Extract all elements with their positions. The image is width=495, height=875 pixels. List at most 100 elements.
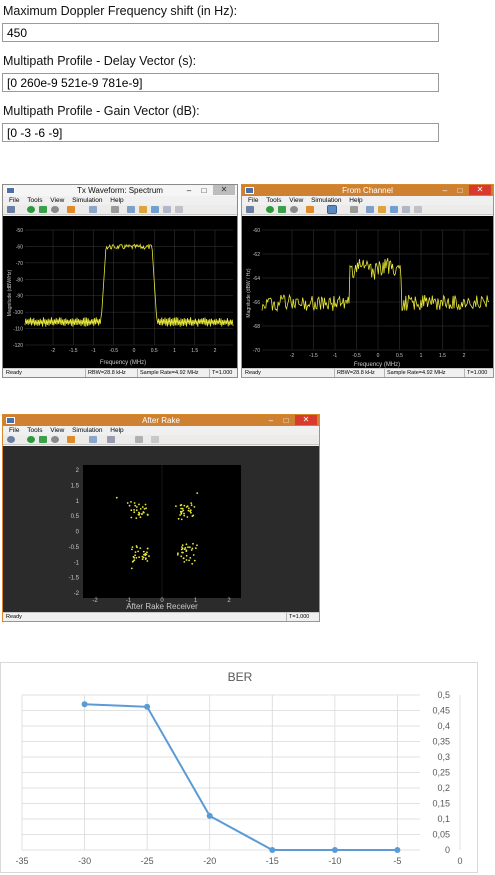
x-tick-label: -5	[393, 856, 401, 866]
rx-xticks: -2 -1.5 -1 -0.5 0 0.5 1 1.5 2	[290, 353, 466, 359]
tx-statusbar: Ready RBW=28.8 kHz Sample Rate=4.92 MHz …	[3, 368, 237, 377]
constellation-point	[183, 548, 186, 551]
y-tick-label: 0,05	[432, 830, 450, 840]
gain-vector-label: Multipath Profile - Gain Vector (dB):	[3, 104, 200, 118]
y-tick-label: -60	[253, 228, 260, 234]
tx-ylabel: Magnitude (dBW/Hz)	[7, 269, 13, 316]
constellation-point	[139, 547, 142, 549]
constellation-point	[130, 509, 133, 512]
constellation-point	[143, 553, 145, 556]
constellation-point	[135, 509, 138, 512]
constellation-point	[134, 551, 137, 553]
constellation-point	[139, 508, 142, 510]
constellation-point	[180, 504, 183, 506]
constellation-point	[130, 516, 133, 519]
constellation-point	[146, 560, 149, 562]
constellation-point	[138, 556, 141, 558]
constellation-point	[138, 513, 141, 516]
y-tick-label: 0	[445, 845, 450, 855]
constellation-point	[183, 514, 186, 517]
x-tick-label: 1	[420, 353, 423, 359]
x-tick-label: 1.5	[439, 353, 446, 359]
constellation-point	[183, 504, 186, 507]
constellation-point	[131, 548, 133, 551]
constellation-point	[139, 516, 142, 519]
delay-vector-input[interactable]	[2, 73, 439, 92]
y-tick-label: -90	[16, 294, 23, 300]
x-tick-label: 1	[173, 348, 176, 354]
ber-point	[394, 847, 401, 853]
constellation-plot: 21.510.50-0.5-1-1.5-2 -2 -1 0 1 2 After Rake…	[3, 446, 319, 613]
rake-time: T=1.000	[286, 613, 309, 621]
y-tick-label: -66	[253, 300, 260, 306]
x-tick-label: -1	[91, 348, 96, 354]
y-tick-label: 0,3	[437, 752, 450, 762]
constellation-point	[185, 559, 188, 561]
constellation-point	[146, 547, 149, 550]
constellation-point	[141, 513, 143, 515]
constellation-point	[135, 557, 138, 559]
constellation-point	[145, 507, 148, 510]
y-tick-label: -70	[253, 348, 260, 354]
constellation-point	[193, 559, 196, 562]
delay-vector-label: Multipath Profile - Delay Vector (s):	[3, 54, 197, 68]
constellation-point	[133, 556, 136, 559]
constellation-point	[131, 546, 134, 548]
gain-vector-input[interactable]	[2, 123, 439, 142]
y-tick-label: -2	[74, 591, 80, 597]
tx-spectrum-plot: -50 -60 -70 -80 -90 -100 -110 -120 -2 -1.5 -1 -0.5…	[3, 216, 237, 369]
y-tick-label: 0,25	[432, 768, 450, 778]
constellation-point	[136, 546, 138, 549]
y-tick-label: -80	[16, 277, 23, 283]
constellation-point	[180, 512, 183, 515]
x-tick-label: -20	[203, 856, 216, 866]
constellation-point	[189, 557, 192, 559]
constellation-point	[177, 517, 180, 520]
x-tick-label: -30	[78, 856, 91, 866]
constellation-point	[181, 547, 184, 550]
y-tick-label: -60	[16, 244, 23, 250]
constellation-point	[191, 547, 194, 550]
ber-point	[144, 703, 151, 710]
tx-time: T=1.000	[209, 369, 232, 377]
constellation-point	[141, 555, 144, 558]
y-tick-label: -120	[13, 343, 23, 349]
constellation-point	[141, 558, 144, 561]
constellation-point	[137, 550, 140, 553]
x-tick-label: -1.5	[309, 353, 318, 359]
after-rake-window: After Rake – □ ✕ File Tools View Simulat…	[2, 414, 320, 622]
constellation-point	[142, 511, 145, 513]
constellation-point	[182, 551, 184, 554]
y-tick-label: -100	[13, 310, 23, 316]
y-tick-label: -62	[253, 252, 260, 258]
x-tick-label: -15	[266, 856, 279, 866]
ber-yticks: 0 0,05 0,1 0,15 0,2 0,25 0,3 0,35 0,4 0,45 0,5	[432, 690, 450, 855]
chart-title: BER	[228, 670, 253, 684]
constellation-point	[177, 552, 179, 555]
x-tick-label: 0	[133, 348, 136, 354]
constellation-point	[186, 505, 189, 507]
constellation-point	[134, 504, 137, 507]
rx-status: Ready	[245, 370, 261, 376]
constellation-point	[190, 504, 193, 507]
y-tick-label: 0,1	[437, 814, 450, 824]
constellation-point	[182, 509, 185, 512]
constellation-point	[126, 502, 129, 504]
y-tick-label: -68	[253, 324, 260, 330]
rake-xlabel: After Rake Receiver	[126, 602, 198, 611]
constellation-point	[128, 504, 131, 507]
tx-rbw: RBW=28.8 kHz	[85, 369, 126, 377]
constellation-point	[144, 558, 147, 560]
constellation-point	[180, 518, 183, 521]
doppler-input[interactable]	[2, 23, 439, 42]
constellation-point	[133, 509, 136, 511]
constellation-point	[186, 516, 189, 518]
constellation-point	[180, 555, 183, 558]
y-tick-label: -50	[16, 228, 23, 234]
x-tick-label: -25	[141, 856, 154, 866]
rx-sample-rate: Sample Rate=4.92 MHz	[384, 369, 446, 377]
constellation-point	[192, 514, 195, 517]
x-tick-label: 0	[457, 856, 462, 866]
x-tick-label: -35	[15, 856, 28, 866]
constellation-point	[146, 513, 149, 516]
